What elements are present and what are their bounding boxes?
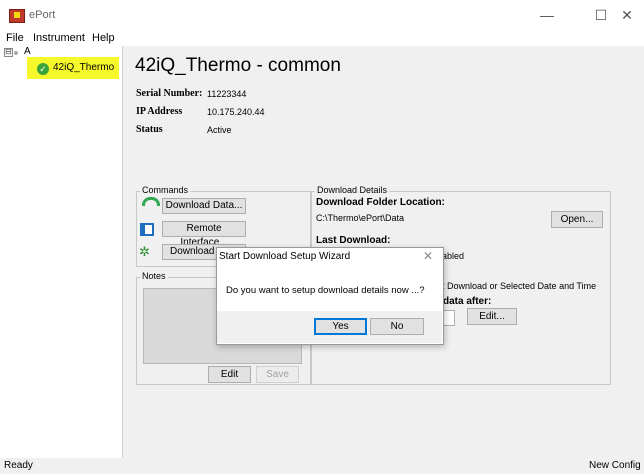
commands-group-title: Commands — [140, 185, 191, 195]
close-button[interactable]: ✕ — [610, 0, 644, 30]
notes-edit-button[interactable]: Edit — [208, 366, 251, 383]
download-setup-icon: ✲ — [139, 244, 150, 259]
minimize-button[interactable]: — — [525, 0, 569, 30]
instrument-tree — [0, 46, 123, 458]
app-icon — [9, 9, 25, 23]
page-title: 42iQ_Thermo - common — [135, 55, 341, 76]
download-option-text: t Download or Selected Date and Time — [442, 281, 597, 291]
download-enabled-text: abled — [442, 251, 465, 261]
dialog-title: Start Download Setup Wizard — [219, 251, 351, 262]
notes-save-button[interactable]: Save — [256, 366, 299, 383]
serial-number-value: 11223344 — [207, 89, 247, 99]
status-config-text: New Config . — [589, 460, 644, 471]
dialog-close-icon[interactable]: ✕ — [423, 249, 433, 263]
download-folder-path: C:\Thermo\ePort\Data — [316, 213, 405, 223]
download-data-icon — [142, 197, 160, 206]
status-bar — [0, 458, 644, 474]
remote-interface-icon — [140, 223, 154, 236]
download-data-button[interactable]: Download Data... — [162, 198, 246, 214]
status-text: Ready — [4, 460, 33, 471]
remote-interface-button[interactable]: Remote Interface... — [162, 221, 246, 248]
last-download-label: Last Download: — [316, 235, 391, 246]
download-details-group-title: Download Details — [315, 185, 390, 195]
no-button[interactable]: No — [370, 318, 424, 335]
yes-button[interactable]: Yes — [314, 318, 367, 335]
data-after-edit-button[interactable]: Edit... — [467, 308, 517, 325]
status-label: Status — [136, 124, 163, 135]
serial-number-label: Serial Number: — [136, 88, 203, 99]
check-icon: ✓ — [37, 63, 49, 75]
menu-instrument[interactable]: Instrument — [33, 30, 85, 46]
open-folder-button[interactable]: Open... — [551, 211, 603, 228]
ip-address-label: IP Address — [136, 106, 183, 117]
tree-node-label[interactable]: 42iQ_Thermo — [53, 62, 114, 73]
tree-root-label[interactable]: A — [24, 46, 31, 57]
menu-file[interactable]: File — [6, 30, 24, 46]
collapse-icon[interactable]: ⊟ — [4, 48, 13, 57]
dialog-message: Do you want to setup download details no… — [226, 285, 425, 296]
data-after-label: data after: — [443, 296, 492, 307]
notes-group-title: Notes — [140, 271, 168, 281]
window-title: ePort — [29, 9, 56, 21]
ip-address-value: 10.175.240.44 — [207, 107, 265, 117]
menu-help[interactable]: Help — [92, 30, 115, 46]
status-value: Active — [207, 125, 232, 135]
download-folder-label: Download Folder Location: — [316, 197, 445, 208]
root-node-icon — [14, 51, 18, 55]
